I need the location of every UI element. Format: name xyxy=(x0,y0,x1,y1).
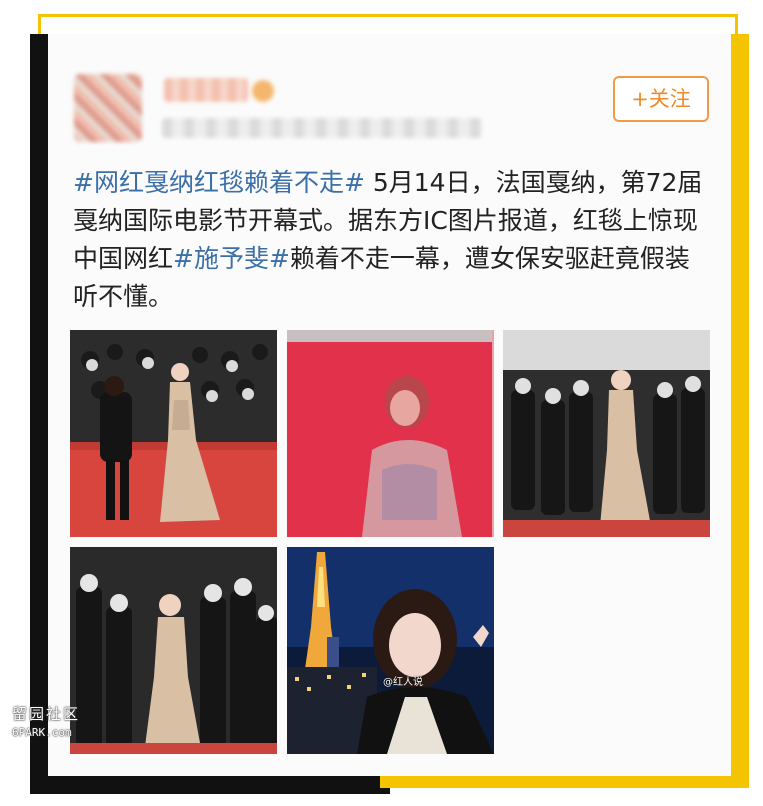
frame-bottom-bar xyxy=(30,776,390,794)
post-photo-3[interactable] xyxy=(503,330,710,537)
photo-credit: @红人说 xyxy=(383,677,423,688)
frame-bottom-accent xyxy=(380,776,749,788)
verified-badge-icon xyxy=(252,80,274,102)
avatar[interactable] xyxy=(74,74,142,142)
post-photo-5[interactable]: @红人说 xyxy=(287,547,494,754)
post-meta-blurred xyxy=(162,118,482,138)
hashtag-link[interactable]: #施予斐# xyxy=(173,244,290,273)
site-url-watermark: 6PARK.com xyxy=(12,726,72,739)
post-photo-1[interactable] xyxy=(70,330,277,537)
frame-left-bar xyxy=(30,34,48,794)
hashtag-link[interactable]: #网红戛纳红毯赖着不走# xyxy=(73,168,365,197)
post-photo-2[interactable] xyxy=(287,330,494,537)
frame-right-bar xyxy=(731,34,749,786)
site-watermark: 留园社区 xyxy=(12,705,81,723)
follow-button[interactable]: +关注 xyxy=(613,76,709,122)
post-photo-4[interactable] xyxy=(70,547,277,754)
username-blurred[interactable] xyxy=(164,78,248,102)
frame-top-accent xyxy=(38,14,738,17)
post-text: #网红戛纳红毯赖着不走# 5月14日，法国戛纳，第72届戛纳国际电影节开幕式。据… xyxy=(73,164,708,316)
frame-right-accent xyxy=(735,14,738,34)
weibo-post-card: +关注 #网红戛纳红毯赖着不走# 5月14日，法国戛纳，第72届戛纳国际电影节开… xyxy=(48,34,731,776)
